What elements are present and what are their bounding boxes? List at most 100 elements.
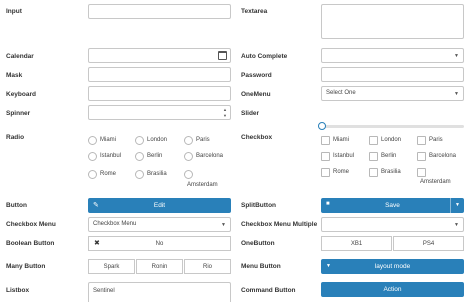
password-label: Password bbox=[241, 72, 272, 79]
radio-option-barcelona[interactable] bbox=[184, 152, 193, 161]
radio-option-rome[interactable] bbox=[88, 170, 97, 179]
boolean-button-label: No bbox=[155, 240, 164, 247]
mask-input[interactable] bbox=[88, 67, 231, 82]
input-field[interactable] bbox=[88, 4, 231, 19]
checkbox-option-label: Amsterdam bbox=[420, 179, 451, 185]
calendar-icon[interactable] bbox=[218, 51, 227, 60]
menubutton-label: Menu Button bbox=[241, 263, 281, 270]
checkboxmenu-label: Checkbox Menu bbox=[6, 221, 56, 228]
checkbox-option-label: Miami bbox=[333, 137, 349, 143]
textarea-field[interactable] bbox=[321, 4, 464, 39]
chevron-down-icon: ▼ bbox=[326, 263, 331, 269]
split-dropdown-toggle[interactable]: ▼ bbox=[450, 198, 464, 213]
save-split-button[interactable]: ■ Save ▼ bbox=[321, 198, 464, 213]
spinner-input[interactable]: ▲ ▼ bbox=[88, 105, 231, 120]
radio-option-label: Miami bbox=[100, 137, 116, 143]
checkbox-option-label: Rome bbox=[333, 169, 350, 175]
checkbox-menu-multiple-select[interactable]: ▼ bbox=[321, 217, 464, 232]
checkboxmenumultiple-label: Checkbox Menu Multiple bbox=[241, 221, 318, 228]
listbox[interactable]: Sentinel bbox=[88, 282, 231, 302]
radio-option-london[interactable] bbox=[135, 136, 144, 145]
password-input[interactable] bbox=[321, 67, 464, 82]
checkbox-option-label: Istanbul bbox=[333, 153, 355, 159]
booleanbutton-label: Boolean Button bbox=[6, 240, 55, 247]
checkbox-option-london[interactable] bbox=[369, 136, 378, 145]
checkbox-option-rome[interactable] bbox=[321, 168, 330, 177]
radio-option-label: Istanbul bbox=[100, 153, 122, 159]
autocomplete-label: Auto Complete bbox=[241, 53, 288, 60]
pencil-square-icon: ✎ bbox=[93, 202, 99, 209]
checkbox-option-miami[interactable] bbox=[321, 136, 330, 145]
calendar-input[interactable] bbox=[88, 48, 231, 63]
action-command-button[interactable]: Action bbox=[321, 282, 464, 297]
slider-label: Slider bbox=[241, 110, 260, 117]
radio-option-berlin[interactable] bbox=[135, 152, 144, 161]
radio-option-label: London bbox=[147, 137, 168, 143]
manybutton-option-rio[interactable]: Rio bbox=[184, 259, 231, 274]
checkbox-option-barcelona[interactable] bbox=[417, 152, 426, 161]
keyboard-input[interactable] bbox=[88, 86, 231, 101]
checkbox-option-paris[interactable] bbox=[417, 136, 426, 145]
checkbox-label: Checkbox bbox=[241, 134, 273, 141]
checkbox-option-berlin[interactable] bbox=[369, 152, 378, 161]
floppy-disk-icon: ■ bbox=[326, 201, 330, 207]
onemenu-value: Select One bbox=[326, 90, 356, 96]
checkbox-menu-placeholder: Checkbox Menu bbox=[93, 221, 137, 227]
radio-option-label: Berlin bbox=[147, 153, 163, 159]
input-label: Input bbox=[6, 8, 22, 15]
command-button-label: Action bbox=[383, 286, 402, 293]
edit-button-label: Edit bbox=[153, 202, 166, 209]
checkbox-option-label: London bbox=[381, 137, 402, 143]
radio-option-amsterdam[interactable] bbox=[184, 170, 193, 179]
onebutton-label: OneButton bbox=[241, 240, 275, 247]
keyboard-label: Keyboard bbox=[6, 91, 36, 98]
autocomplete-input[interactable]: ▼ bbox=[321, 48, 464, 63]
radio-label: Radio bbox=[6, 134, 25, 141]
chevron-down-icon: ▼ bbox=[455, 202, 460, 208]
listbox-item[interactable]: Sentinel bbox=[93, 288, 115, 294]
mask-label: Mask bbox=[6, 72, 23, 79]
checkbox-option-istanbul[interactable] bbox=[321, 152, 330, 161]
edit-button[interactable]: ✎ Edit bbox=[88, 198, 231, 213]
chevron-down-icon[interactable]: ▼ bbox=[221, 222, 226, 228]
manybutton-option-label: Spark bbox=[103, 263, 120, 270]
radio-option-label: Amsterdam bbox=[187, 182, 218, 188]
radio-option-label: Rome bbox=[100, 171, 117, 177]
radio-option-label: Barcelona bbox=[196, 153, 224, 159]
calendar-label: Calendar bbox=[6, 53, 34, 60]
slider-track[interactable] bbox=[321, 125, 464, 128]
checkbox-menu-select[interactable]: Checkbox Menu ▼ bbox=[88, 217, 231, 232]
checkbox-option-brasilia[interactable] bbox=[369, 168, 378, 177]
checkbox-option-label: Barcelona bbox=[429, 153, 457, 159]
menu-button-label: layout mode bbox=[374, 263, 411, 270]
spinner-down-icon[interactable]: ▼ bbox=[223, 113, 227, 118]
radio-option-label: Paris bbox=[196, 137, 210, 143]
commandbutton-label: Command Button bbox=[241, 287, 296, 294]
checkbox-option-label: Berlin bbox=[381, 153, 397, 159]
radio-option-brasilia[interactable] bbox=[135, 170, 144, 179]
layout-mode-menu-button[interactable]: ▼ layout mode bbox=[321, 259, 464, 274]
radio-option-paris[interactable] bbox=[184, 136, 193, 145]
checkbox-option-label: Paris bbox=[429, 137, 443, 143]
save-button-label: Save bbox=[385, 202, 400, 209]
slider-handle[interactable] bbox=[318, 122, 326, 130]
chevron-down-icon[interactable]: ▼ bbox=[454, 91, 459, 97]
splitbutton-label: SplitButton bbox=[241, 202, 277, 209]
chevron-down-icon[interactable]: ▼ bbox=[454, 53, 459, 59]
radio-option-label: Brasilia bbox=[147, 171, 167, 177]
boolean-toggle-button[interactable]: ✖ No bbox=[88, 236, 231, 251]
chevron-down-icon[interactable]: ▼ bbox=[454, 222, 459, 228]
onebutton-option-ps4[interactable]: PS4 bbox=[393, 236, 464, 251]
radio-option-miami[interactable] bbox=[88, 136, 97, 145]
radio-option-istanbul[interactable] bbox=[88, 152, 97, 161]
spinner-up-icon[interactable]: ▲ bbox=[223, 107, 227, 112]
onebutton-option-xb1[interactable]: XB1 bbox=[321, 236, 392, 251]
onebutton-option-label: PS4 bbox=[422, 240, 435, 247]
onemenu-select[interactable]: Select One ▼ bbox=[321, 86, 464, 101]
checkbox-option-amsterdam[interactable] bbox=[417, 168, 426, 177]
manybutton-option-label: Rio bbox=[202, 263, 212, 270]
manybutton-option-spark[interactable]: Spark bbox=[88, 259, 135, 274]
listbox-label: Listbox bbox=[6, 287, 30, 294]
textarea-label: Textarea bbox=[241, 8, 268, 15]
manybutton-option-ronin[interactable]: Ronin bbox=[136, 259, 183, 274]
